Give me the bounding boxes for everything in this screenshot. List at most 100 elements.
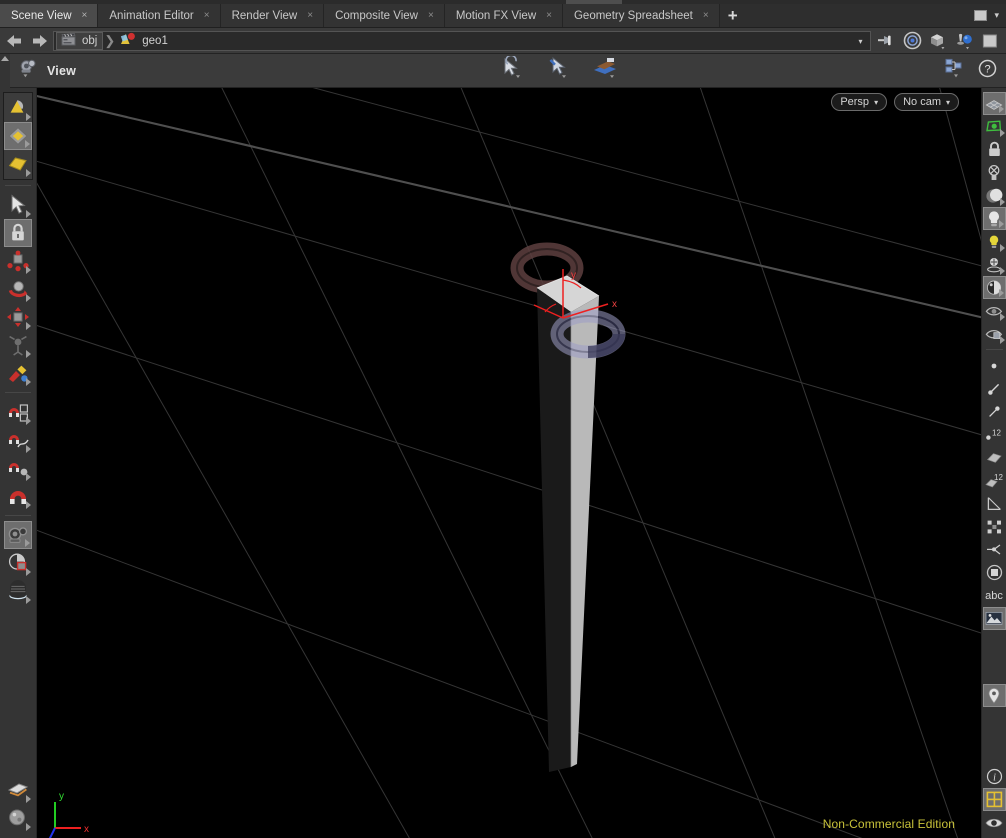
view-camera-icon[interactable] — [4, 521, 32, 549]
display-geometry-icon[interactable] — [927, 30, 949, 52]
flyout-arrow-icon[interactable] — [26, 445, 31, 453]
eye-icon[interactable] — [983, 811, 1006, 834]
flyout-arrow-icon[interactable] — [26, 266, 31, 274]
tab-close-icon[interactable]: × — [701, 10, 711, 21]
flyout-arrow-icon[interactable] — [25, 539, 30, 547]
breadcrumb-item-obj[interactable]: obj — [56, 31, 104, 50]
scale-tool-icon[interactable] — [4, 303, 32, 331]
flyout-arrow-icon[interactable] — [26, 294, 31, 302]
tab-close-icon[interactable]: × — [426, 10, 436, 21]
breadcrumb-item-geo1[interactable]: geo1 — [116, 32, 173, 50]
primitive-numbers-icon[interactable]: 12 — [983, 469, 1006, 492]
tab-composite-view[interactable]: Composite View × — [324, 4, 445, 27]
tab-close-icon[interactable]: × — [202, 10, 212, 21]
flyout-arrow-icon[interactable] — [999, 313, 1005, 321]
snap-point-icon[interactable] — [4, 454, 32, 482]
flyout-arrow-icon[interactable] — [26, 473, 31, 481]
lock-icon[interactable] — [983, 138, 1006, 161]
flyout-arrow-icon[interactable] — [26, 378, 31, 386]
light-off-icon[interactable] — [983, 161, 1006, 184]
point-grid-icon[interactable] — [983, 515, 1006, 538]
flyout-arrow-icon[interactable] — [26, 210, 31, 218]
ground-plane-icon[interactable] — [982, 92, 1006, 115]
construction-plane-icon[interactable] — [592, 56, 620, 85]
flyout-arrow-icon[interactable] — [26, 113, 31, 121]
tab-close-icon[interactable]: × — [80, 10, 90, 21]
flyout-arrow-icon[interactable] — [998, 105, 1004, 113]
maximize-pane-button[interactable] — [974, 10, 988, 21]
text-display-icon[interactable]: abc — [983, 584, 1006, 607]
measure-icon[interactable] — [983, 492, 1006, 515]
flyout-arrow-icon[interactable] — [26, 417, 31, 425]
rotate-tool-icon[interactable] — [4, 275, 32, 303]
viewport-camera-dropdown[interactable]: No cam ▾ — [894, 93, 959, 111]
background-image-icon[interactable] — [982, 607, 1006, 630]
forward-button[interactable] — [29, 31, 49, 51]
display-lights-icon[interactable] — [953, 30, 975, 52]
flyout-arrow-icon[interactable] — [26, 823, 31, 831]
viewport-canvas[interactable]: y x y x z — [37, 88, 981, 838]
ghost-view-icon[interactable] — [983, 299, 1006, 322]
display-options-icon[interactable] — [944, 57, 968, 84]
flyout-arrow-icon[interactable] — [26, 596, 31, 604]
map-pin-icon[interactable] — [982, 684, 1006, 707]
tab-geometry-spreadsheet[interactable]: Geometry Spreadsheet × — [562, 4, 720, 27]
handle-tool-icon[interactable] — [4, 331, 32, 359]
flipbook-icon[interactable] — [4, 776, 32, 804]
path-breadcrumb[interactable]: obj ❯ geo1 ▾ — [53, 30, 871, 51]
point-normal-icon[interactable] — [983, 400, 1006, 423]
color-grid-icon[interactable] — [982, 788, 1006, 811]
material-preview-icon[interactable] — [982, 276, 1006, 299]
handle-select-icon[interactable] — [500, 54, 526, 85]
snap-multi-icon[interactable] — [4, 482, 32, 510]
flyout-arrow-icon[interactable] — [26, 322, 31, 330]
primitive-hull-icon[interactable] — [983, 561, 1006, 584]
headlight-icon[interactable] — [982, 207, 1006, 230]
tab-render-view[interactable]: Render View × — [220, 4, 325, 27]
selection-visibility-icon[interactable] — [983, 115, 1006, 138]
tab-animation-editor[interactable]: Animation Editor × — [98, 4, 221, 27]
tab-close-icon[interactable]: × — [305, 10, 315, 21]
flyout-arrow-icon[interactable] — [999, 129, 1005, 137]
move-tool-icon[interactable] — [4, 247, 32, 275]
shading-mode-icon[interactable] — [983, 184, 1006, 207]
primitive-display-icon[interactable] — [983, 446, 1006, 469]
object-mode-icon[interactable] — [4, 94, 32, 122]
vector-display-icon[interactable] — [983, 377, 1006, 400]
target-icon[interactable] — [901, 30, 923, 52]
normals-icon[interactable] — [983, 538, 1006, 561]
snapping-cursor-icon[interactable] — [546, 56, 572, 85]
geometry-mode-icon[interactable] — [4, 122, 32, 150]
flyout-arrow-icon[interactable] — [26, 795, 31, 803]
flyout-arrow-icon[interactable] — [26, 169, 31, 177]
toolbar-scroll-up[interactable] — [0, 53, 10, 88]
point-light-icon[interactable] — [983, 253, 1006, 276]
flyout-arrow-icon[interactable] — [999, 267, 1005, 275]
render-sphere-icon[interactable] — [4, 804, 32, 832]
path-dropdown-caret[interactable]: ▾ — [854, 35, 867, 48]
flyout-arrow-icon[interactable] — [26, 501, 31, 509]
paint-tool-icon[interactable] — [4, 359, 32, 387]
help-icon[interactable]: ? — [978, 59, 997, 83]
surface-mode-icon[interactable] — [4, 150, 32, 178]
viewport-type-dropdown[interactable]: Persp ▾ — [831, 93, 888, 111]
flyout-arrow-icon[interactable] — [26, 568, 31, 576]
xray-view-icon[interactable] — [983, 322, 1006, 345]
snap-grid-icon[interactable] — [4, 398, 32, 426]
render-preview-icon[interactable] — [4, 577, 32, 605]
tab-scene-view[interactable]: Scene View × — [0, 4, 99, 27]
point-display-icon[interactable] — [983, 354, 1006, 377]
select-arrow-icon[interactable] — [4, 191, 32, 219]
flyout-arrow-icon[interactable] — [999, 244, 1005, 252]
flyout-arrow-icon[interactable] — [999, 198, 1005, 206]
flyout-arrow-icon[interactable] — [26, 350, 31, 358]
flyout-arrow-icon[interactable] — [998, 289, 1004, 297]
tab-close-icon[interactable]: × — [544, 10, 554, 21]
viewport-layout-icon[interactable] — [4, 549, 32, 577]
flyout-arrow-icon[interactable] — [999, 336, 1005, 344]
scene-viewport[interactable]: y x y x z Persp ▾ No cam ▾ Non-Commercia… — [37, 88, 981, 838]
display-other-icon[interactable] — [979, 30, 1001, 52]
snap-primitive-icon[interactable] — [4, 426, 32, 454]
light-bulb-icon[interactable] — [983, 230, 1006, 253]
chevron-down-icon[interactable]: ▾ — [994, 10, 999, 21]
